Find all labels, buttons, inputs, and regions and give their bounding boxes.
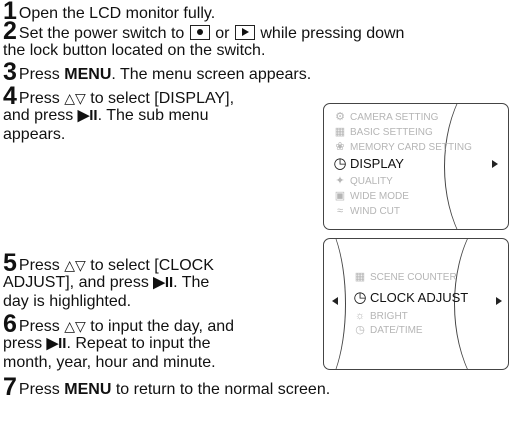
step-text: Press xyxy=(18,381,60,398)
menu-button-label: MENU xyxy=(64,66,112,83)
right-arrow-icon xyxy=(492,160,498,168)
right-arrow-icon xyxy=(496,297,502,305)
menu-item-display: ◷ DISPLAY xyxy=(333,155,404,172)
clock-icon: ◷ xyxy=(333,155,347,172)
step-7: 7 Press MENU to return to the normal scre… xyxy=(3,375,331,400)
step-text: Press xyxy=(18,318,60,335)
sub-menu-item-scene-counter: ▦ SCENE COUNTER xyxy=(352,271,457,284)
step-text: Set the power switch to xyxy=(18,25,185,42)
camera-setting-icon: ⚙ xyxy=(335,111,345,123)
step-5-line-2: ADJUST], and press ▶II. The xyxy=(3,273,209,292)
date-time-icon: ◷ xyxy=(355,324,365,336)
step-6-line-2: press ▶II. Repeat to input the xyxy=(3,334,211,353)
step-text: to select [CLOCK xyxy=(90,257,214,274)
up-down-arrows-icon: △▽ xyxy=(64,257,86,273)
step-4-line-3: appears. xyxy=(3,126,66,143)
step-text: Press xyxy=(18,66,60,83)
step-text: ADJUST], and press xyxy=(3,274,149,291)
sub-menu-item-bright: ☼ BRIGHT xyxy=(352,310,408,323)
step-text: while pressing down xyxy=(260,25,405,42)
menu-screen-curve xyxy=(444,104,508,229)
step-3: 3 Press MENU. The menu screen appears. xyxy=(3,60,312,85)
menu-item-wide-mode: ▣ WIDE MODE xyxy=(332,190,409,203)
left-arrow-icon xyxy=(332,297,338,305)
menu-item-quality: ✦ QUALITY xyxy=(332,175,392,188)
menu-item-memory-card-setting: ❀ MEMORY CARD SETTING xyxy=(332,141,471,154)
step-6-line-3: month, year, hour and minute. xyxy=(3,354,216,371)
menu-item-basic-setting: ▦ BASIC SETTEING xyxy=(332,126,433,139)
record-mode-icon xyxy=(189,25,210,40)
menu-item-camera-setting: ⚙ CAMERA SETTING xyxy=(332,111,438,124)
memory-card-icon: ❀ xyxy=(335,141,345,153)
wide-mode-icon: ▣ xyxy=(334,190,346,202)
step-2-line-2: the lock button located on the switch. xyxy=(3,42,266,59)
basic-setting-icon: ▦ xyxy=(334,126,346,138)
step-1: 1 Open the LCD monitor fully. xyxy=(3,0,216,24)
step-4: 4 Press △▽ to select [DISPLAY], xyxy=(3,84,235,109)
step-text: or xyxy=(215,25,230,42)
play-pause-icon: ▶II xyxy=(153,274,174,291)
sub-menu-item-date-time: ◷ DATE/TIME xyxy=(352,324,422,337)
clock-adjust-icon: ◷ xyxy=(353,289,367,306)
step-text: . The sub menu xyxy=(97,107,209,124)
menu-button-label: MENU xyxy=(64,381,112,398)
up-down-arrows-icon: △▽ xyxy=(64,318,86,334)
play-pause-icon: ▶II xyxy=(46,335,67,352)
sub-menu-screen: ▦ SCENE COUNTER ◷ CLOCK ADJUST ☼ BRIGHT ◷ DA… xyxy=(323,238,509,370)
step-5: 5 Press △▽ to select [CLOCK xyxy=(3,251,214,276)
step-text: to select [DISPLAY], xyxy=(90,90,235,107)
sub-menu-item-clock-adjust: ◷ CLOCK ADJUST xyxy=(353,289,469,306)
step-text: Press xyxy=(18,90,60,107)
playback-mode-icon xyxy=(234,25,255,40)
step-5-line-3: day is highlighted. xyxy=(3,293,132,310)
step-text: press xyxy=(3,335,43,352)
step-number: 7 xyxy=(3,373,17,401)
scene-counter-icon: ▦ xyxy=(354,271,366,283)
step-text: to return to the normal screen. xyxy=(115,381,331,398)
step-4-line-2: and press ▶II. The sub menu xyxy=(3,106,208,125)
step-text: Open the LCD monitor fully. xyxy=(18,5,216,22)
step-text: to input the day, and xyxy=(90,318,235,335)
step-text: Press xyxy=(18,257,60,274)
menu-screen: ⚙ CAMERA SETTING ▦ BASIC SETTEING ❀ MEMORY … xyxy=(323,103,509,230)
quality-icon: ✦ xyxy=(335,175,345,187)
up-down-arrows-icon: △▽ xyxy=(64,90,86,106)
step-text: . Repeat to input the xyxy=(66,335,211,352)
step-text: . The xyxy=(173,274,210,291)
wind-cut-icon: ≈ xyxy=(336,205,344,217)
step-6: 6 Press △▽ to input the day, and xyxy=(3,312,235,337)
step-text: and press xyxy=(3,107,74,124)
menu-item-wind-cut: ≈ WIND CUT xyxy=(332,205,400,218)
bright-icon: ☼ xyxy=(354,310,366,322)
step-text: . The menu screen appears. xyxy=(111,66,312,83)
step-2: 2 Set the power switch to or while pressi… xyxy=(3,19,405,44)
play-pause-icon: ▶II xyxy=(77,107,98,124)
